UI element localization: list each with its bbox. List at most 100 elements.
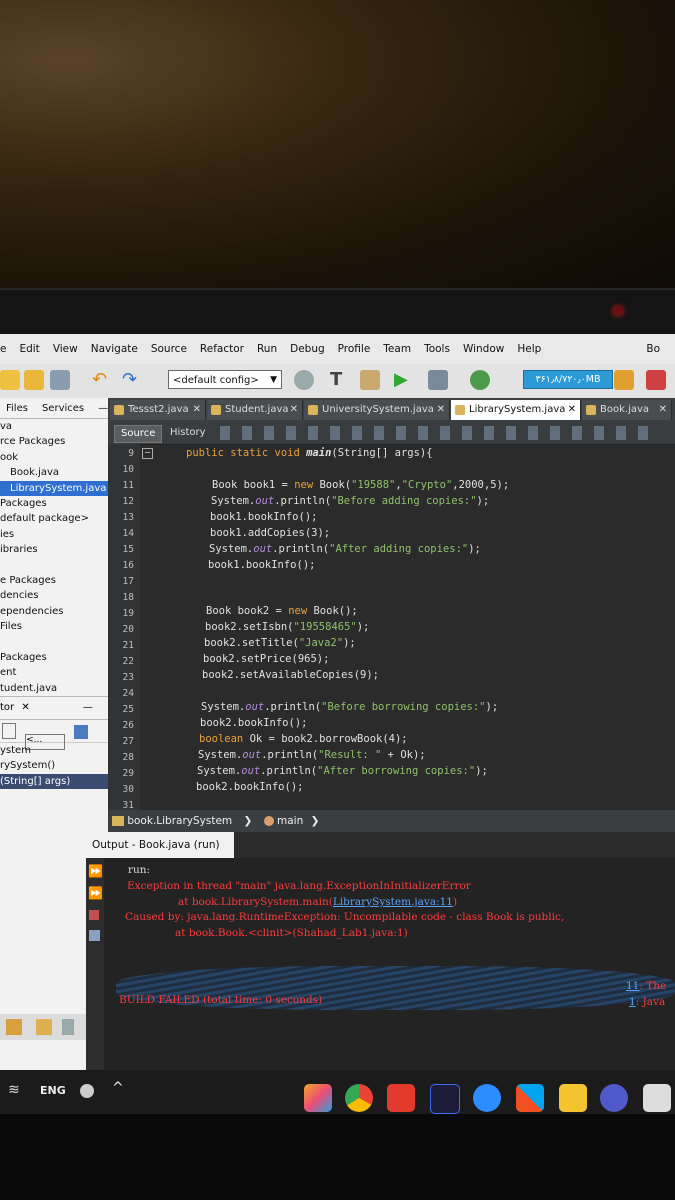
- tab-book[interactable]: Book.java ✕: [582, 400, 672, 420]
- tree-item-librarysystem-java[interactable]: LibrarySystem.java: [0, 480, 108, 496]
- save-all-icon[interactable]: [50, 370, 70, 390]
- menu-edit[interactable]: Edit: [19, 343, 39, 355]
- tree-item[interactable]: default package>: [0, 511, 108, 526]
- tab-student[interactable]: Student.java ✕: [207, 400, 303, 420]
- menu-debug[interactable]: Debug: [290, 343, 325, 355]
- redo-icon[interactable]: ↷: [122, 370, 142, 390]
- language-indicator[interactable]: ENG: [40, 1084, 66, 1097]
- window-icon[interactable]: [6, 1019, 22, 1035]
- navigator-filter-icon[interactable]: [74, 725, 89, 740]
- teams-icon[interactable]: [600, 1084, 628, 1112]
- file-explorer-icon[interactable]: [559, 1084, 587, 1112]
- rerun-icon[interactable]: ⏩: [88, 864, 103, 878]
- navigator-members-select[interactable]: <...: [25, 734, 66, 751]
- menu-navigate[interactable]: Navigate: [91, 343, 138, 355]
- tab-tessst2[interactable]: Tessst2.java ✕: [110, 400, 206, 420]
- breadcrumb-class[interactable]: book.LibrarySystem: [127, 815, 232, 827]
- tree-item[interactable]: ent: [0, 665, 108, 680]
- editor-action-icons[interactable]: [220, 426, 660, 440]
- new-file-icon[interactable]: [0, 370, 20, 390]
- source-link[interactable]: LibrarySystem.java:11: [333, 896, 453, 908]
- store-icon[interactable]: [516, 1084, 544, 1112]
- menu-refactor[interactable]: Refactor: [200, 343, 244, 355]
- clean-build-icon[interactable]: [360, 370, 380, 390]
- minimize-icon[interactable]: —: [83, 702, 93, 713]
- tree-item[interactable]: Packages: [0, 650, 108, 665]
- tree-item[interactable]: ependencies: [0, 604, 108, 619]
- source-link[interactable]: 11: [626, 980, 639, 992]
- rerun-with-args-icon[interactable]: ⏩: [88, 886, 103, 900]
- output-console[interactable]: ⏩ ⏩ run: Exception in thread "main" java…: [86, 858, 675, 1070]
- zoom-icon[interactable]: [473, 1084, 501, 1112]
- tab-universitysystem[interactable]: UniversitySystem.java ✕: [304, 400, 450, 420]
- chevron-up-icon[interactable]: ^: [112, 1080, 124, 1096]
- window-switcher-icon[interactable]: [643, 1084, 671, 1112]
- chrome-icon[interactable]: [345, 1084, 373, 1112]
- search-box-label[interactable]: Bo: [646, 343, 660, 355]
- source-button[interactable]: Source: [114, 425, 163, 443]
- tab-files[interactable]: Files: [6, 403, 28, 414]
- folder-icon[interactable]: [36, 1019, 52, 1035]
- settings-icon[interactable]: [89, 930, 100, 941]
- tree-item[interactable]: va: [0, 419, 108, 434]
- globe-icon[interactable]: [294, 370, 314, 390]
- tree-item[interactable]: [0, 634, 108, 649]
- config-select[interactable]: <default config> ▼: [168, 370, 282, 389]
- wifi-icon[interactable]: ≋: [8, 1082, 20, 1098]
- tree-item[interactable]: Packages: [0, 496, 108, 511]
- tree-item[interactable]: dencies: [0, 588, 108, 603]
- tree-item[interactable]: ies: [0, 527, 108, 542]
- run-icon[interactable]: ▶: [394, 370, 414, 390]
- menu-view[interactable]: View: [53, 343, 78, 355]
- tree-item[interactable]: [0, 558, 108, 573]
- source-link[interactable]: 1: [629, 996, 636, 1008]
- breadcrumb-method[interactable]: main: [277, 815, 303, 827]
- menu-help[interactable]: Help: [517, 343, 541, 355]
- tab-services[interactable]: Services: [42, 403, 84, 414]
- app-l-icon[interactable]: [387, 1084, 415, 1112]
- tree-item[interactable]: ibraries: [0, 542, 108, 557]
- tree-item-book-java[interactable]: Book.java: [0, 465, 108, 480]
- menu-file[interactable]: e: [0, 343, 6, 355]
- minimize-icon[interactable]: —: [98, 403, 108, 414]
- close-icon[interactable]: ✕: [437, 400, 445, 420]
- menu-run[interactable]: Run: [257, 343, 277, 355]
- navigator-item[interactable]: rySystem(): [0, 758, 108, 773]
- close-icon[interactable]: ✕: [290, 400, 298, 420]
- panel-icon[interactable]: [62, 1019, 74, 1035]
- code-area[interactable]: public static void main(String[] args){ …: [140, 444, 675, 820]
- menu-team[interactable]: Team: [383, 343, 411, 355]
- tree-item[interactable]: rce Packages: [0, 434, 108, 449]
- menu-window[interactable]: Window: [463, 343, 504, 355]
- close-icon[interactable]: ✕: [568, 400, 576, 420]
- menu-source[interactable]: Source: [151, 343, 187, 355]
- gc-icon[interactable]: [614, 370, 634, 390]
- close-icon[interactable]: ✕: [21, 702, 29, 713]
- menu-profile[interactable]: Profile: [338, 343, 371, 355]
- tab-librarysystem[interactable]: LibrarySystem.java ✕: [451, 400, 581, 420]
- menu-tools[interactable]: Tools: [424, 343, 450, 355]
- tree-item[interactable]: Files: [0, 619, 108, 634]
- undo-icon[interactable]: ↶: [92, 370, 112, 390]
- open-project-icon[interactable]: [24, 370, 44, 390]
- stop-icon[interactable]: [89, 910, 99, 920]
- notification-icon[interactable]: [80, 1084, 94, 1098]
- close-icon[interactable]: ✕: [659, 400, 667, 420]
- output-tab[interactable]: Output - Book.java (run) ✕: [86, 832, 234, 877]
- tree-item[interactable]: ook: [0, 450, 108, 465]
- webex-icon[interactable]: [430, 1084, 460, 1114]
- line-number: 22: [122, 656, 134, 667]
- profile-icon[interactable]: [470, 370, 490, 390]
- history-button[interactable]: History: [164, 425, 212, 441]
- java-app-icon[interactable]: [304, 1084, 332, 1112]
- build-hammer-icon[interactable]: T: [330, 370, 350, 390]
- memory-indicator[interactable]: ۳۶۱٫۸/۷۲۰٫۰MB: [523, 370, 613, 389]
- navigator-item-main[interactable]: (String[] args): [0, 773, 108, 790]
- java-file-icon: [455, 405, 465, 415]
- tree-item[interactable]: tudent.java: [0, 681, 108, 696]
- navigator-dropdown[interactable]: [2, 723, 16, 740]
- close-icon[interactable]: ✕: [193, 400, 201, 420]
- tree-item[interactable]: e Packages: [0, 573, 108, 588]
- java-cup-icon[interactable]: [646, 370, 666, 390]
- debug-icon[interactable]: [428, 370, 448, 390]
